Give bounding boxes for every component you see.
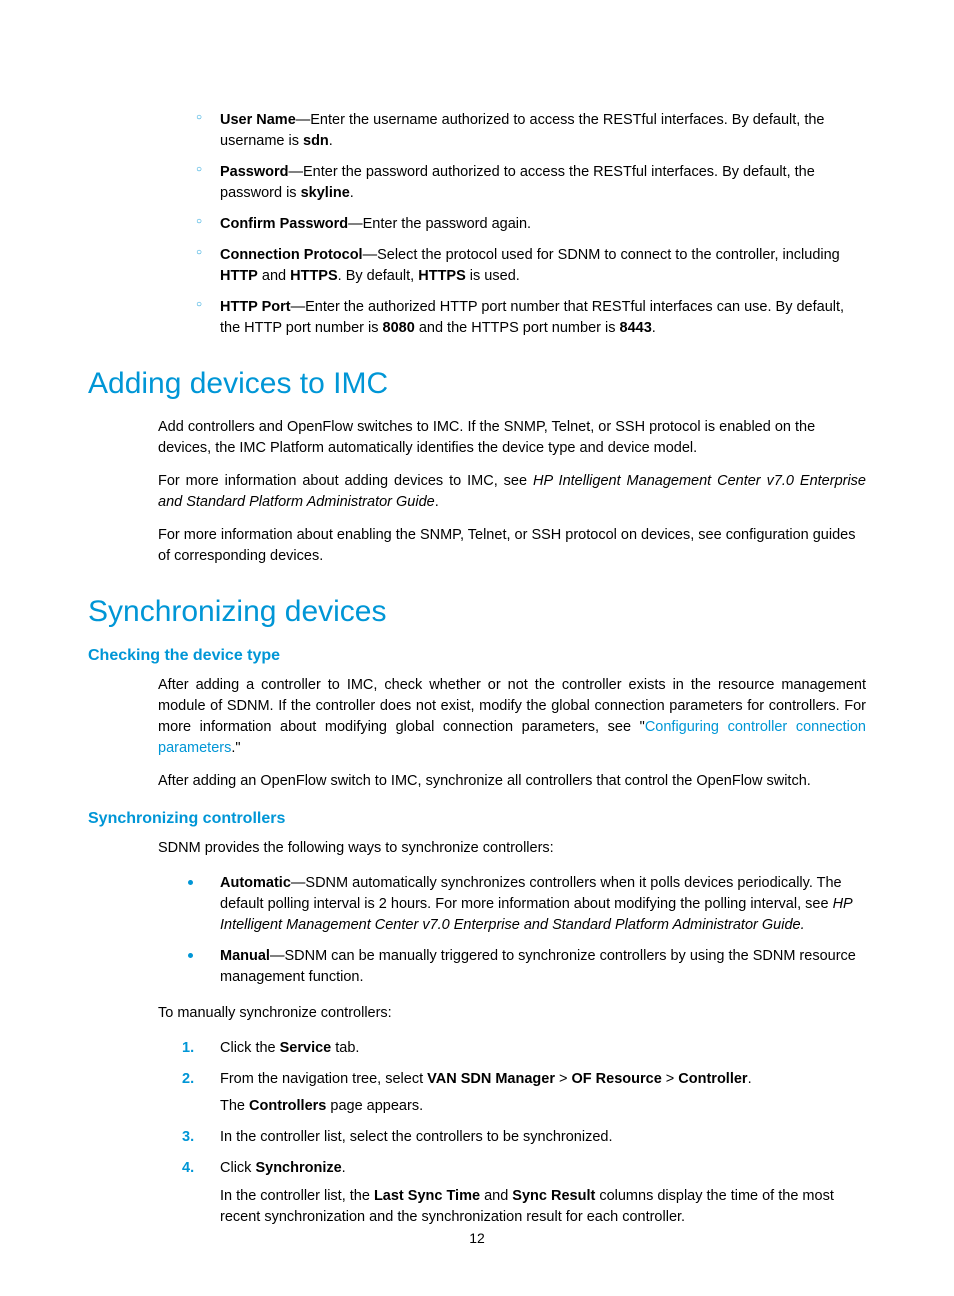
list-item: From the navigation tree, select VAN SDN… xyxy=(182,1069,866,1117)
item-text: —SDNM automatically synchronizes control… xyxy=(220,875,842,912)
text-bold: Controller xyxy=(678,1071,747,1087)
item-text: . xyxy=(350,185,354,201)
text-run: The xyxy=(220,1098,249,1114)
step-extra: In the controller list, the Last Sync Ti… xyxy=(220,1186,866,1228)
manual-steps-list: Click the Service tab. From the navigati… xyxy=(182,1038,866,1227)
text-run: > xyxy=(555,1071,572,1087)
paragraph: After adding an OpenFlow switch to IMC, … xyxy=(158,771,866,792)
paragraph: For more information about enabling the … xyxy=(158,525,866,567)
item-text: . xyxy=(329,133,333,149)
item-text: and xyxy=(258,268,290,284)
text-run: . xyxy=(342,1160,346,1176)
text-run: For more information about adding device… xyxy=(158,473,533,489)
item-text: —Select the protocol used for SDNM to co… xyxy=(363,247,840,263)
item-text: —Enter the password again. xyxy=(348,216,531,232)
text-run: > xyxy=(662,1071,679,1087)
paragraph: SDNM provides the following ways to sync… xyxy=(158,838,866,859)
list-item: Confirm Password—Enter the password agai… xyxy=(196,214,866,235)
text-bold: Controllers xyxy=(249,1098,326,1114)
item-bold: HTTPS xyxy=(418,268,466,284)
item-label: HTTP Port xyxy=(220,299,291,315)
item-bold: 8080 xyxy=(383,320,415,336)
list-item: In the controller list, select the contr… xyxy=(182,1127,866,1148)
text-run: Click xyxy=(220,1160,255,1176)
item-label: Confirm Password xyxy=(220,216,348,232)
paragraph: Add controllers and OpenFlow switches to… xyxy=(158,417,866,459)
item-bold: sdn xyxy=(303,133,329,149)
text-run: page appears. xyxy=(326,1098,423,1114)
text-run: From the navigation tree, select xyxy=(220,1071,427,1087)
list-item: HTTP Port—Enter the authorized HTTP port… xyxy=(196,297,866,339)
item-text: is used. xyxy=(466,268,520,284)
page-number: 12 xyxy=(0,1230,954,1246)
item-label: Password xyxy=(220,164,289,180)
item-text: —SDNM can be manually triggered to synch… xyxy=(220,948,856,985)
item-text: . xyxy=(652,320,656,336)
document-page: User Name—Enter the username authorized … xyxy=(0,0,954,1296)
text-run: tab. xyxy=(331,1040,359,1056)
text-bold: Synchronize xyxy=(255,1160,341,1176)
sync-ways-list: Automatic—SDNM automatically synchronize… xyxy=(182,873,866,988)
text-run: . xyxy=(435,494,439,510)
text-run: . xyxy=(748,1071,752,1087)
item-label: User Name xyxy=(220,112,296,128)
section-heading-adding-devices: Adding devices to IMC xyxy=(88,367,866,401)
paragraph: For more information about adding device… xyxy=(158,471,866,513)
section-heading-synchronizing-devices: Synchronizing devices xyxy=(88,595,866,629)
paragraph: To manually synchronize controllers: xyxy=(158,1003,866,1024)
list-item: Connection Protocol—Select the protocol … xyxy=(196,245,866,287)
item-label: Manual xyxy=(220,948,270,964)
subsection-heading-synchronizing-controllers: Synchronizing controllers xyxy=(88,810,866,828)
text-run: In the controller list, the xyxy=(220,1188,374,1204)
text-run: In the controller list, select the contr… xyxy=(220,1129,613,1145)
list-item: Manual—SDNM can be manually triggered to… xyxy=(182,946,866,988)
list-item: Password—Enter the password authorized t… xyxy=(196,162,866,204)
text-bold: OF Resource xyxy=(572,1071,662,1087)
text-bold: VAN SDN Manager xyxy=(427,1071,555,1087)
list-item: Click the Service tab. xyxy=(182,1038,866,1059)
text-bold: Service xyxy=(280,1040,332,1056)
item-bold: skyline xyxy=(301,185,350,201)
item-text: . By default, xyxy=(338,268,419,284)
config-item-list: User Name—Enter the username authorized … xyxy=(196,110,866,339)
text-bold: Sync Result xyxy=(512,1188,595,1204)
item-bold: 8443 xyxy=(620,320,652,336)
item-text: and the HTTPS port number is xyxy=(415,320,620,336)
item-bold: HTTPS xyxy=(290,268,338,284)
list-item: Automatic—SDNM automatically synchronize… xyxy=(182,873,866,936)
subsection-heading-checking-device-type: Checking the device type xyxy=(88,647,866,665)
text-run: Click the xyxy=(220,1040,280,1056)
item-bold: HTTP xyxy=(220,268,258,284)
list-item: User Name—Enter the username authorized … xyxy=(196,110,866,152)
item-label: Automatic xyxy=(220,875,291,891)
list-item: Click Synchronize. In the controller lis… xyxy=(182,1158,866,1227)
text-bold: Last Sync Time xyxy=(374,1188,480,1204)
paragraph: After adding a controller to IMC, check … xyxy=(158,675,866,759)
text-run: ." xyxy=(231,740,240,756)
step-extra: The Controllers page appears. xyxy=(220,1096,866,1117)
text-run: and xyxy=(480,1188,512,1204)
item-label: Connection Protocol xyxy=(220,247,363,263)
